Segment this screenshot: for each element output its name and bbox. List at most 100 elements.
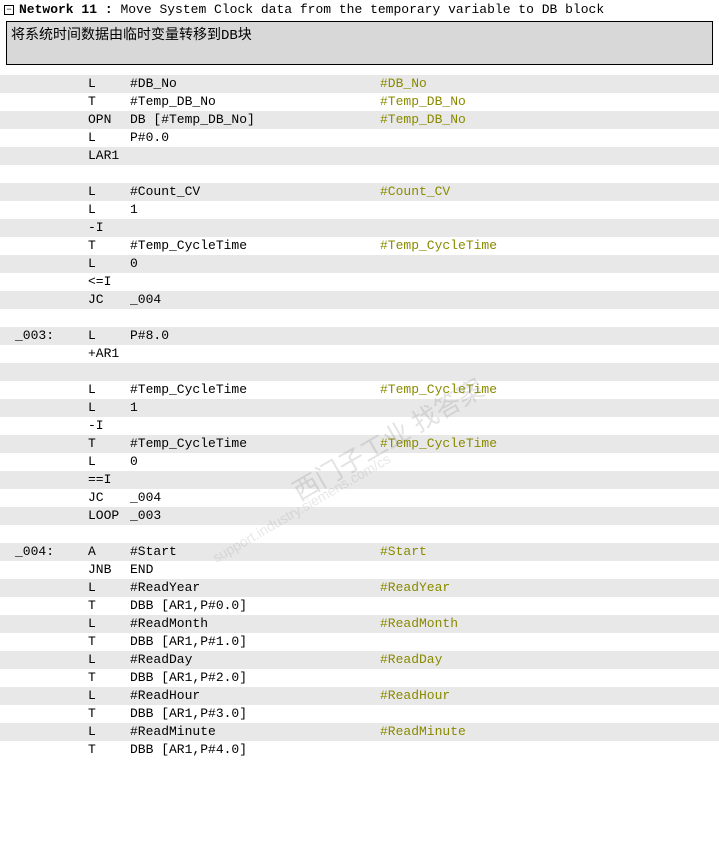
code-mnemonic: JC xyxy=(60,291,130,309)
code-row[interactable] xyxy=(0,363,719,381)
code-operand: #Temp_CycleTime xyxy=(130,435,380,453)
code-row[interactable]: L#Count_CV#Count_CV xyxy=(0,183,719,201)
code-operand: DBB [AR1,P#1.0] xyxy=(130,633,380,651)
code-row[interactable]: <=I xyxy=(0,273,719,291)
code-operand: DBB [AR1,P#4.0] xyxy=(130,741,380,759)
code-row[interactable]: L#ReadHour#ReadHour xyxy=(0,687,719,705)
code-operand: #Count_CV xyxy=(130,183,380,201)
code-row[interactable]: _004:A#Start#Start xyxy=(0,543,719,561)
code-operand: 0 xyxy=(130,255,380,273)
code-row[interactable]: L#ReadDay#ReadDay xyxy=(0,651,719,669)
code-row[interactable]: JC_004 xyxy=(0,489,719,507)
code-row[interactable]: -I xyxy=(0,417,719,435)
code-row[interactable]: TDBB [AR1,P#4.0] xyxy=(0,741,719,759)
code-area: L#DB_No#DB_NoT#Temp_DB_No#Temp_DB_NoOPND… xyxy=(0,75,719,759)
code-mnemonic: L xyxy=(60,327,130,345)
code-mnemonic: OPN xyxy=(60,111,130,129)
code-operand: END xyxy=(130,561,380,579)
code-row[interactable]: TDBB [AR1,P#1.0] xyxy=(0,633,719,651)
code-row[interactable]: L1 xyxy=(0,201,719,219)
code-mnemonic: T xyxy=(60,669,130,687)
code-comment: #Count_CV xyxy=(380,183,450,201)
code-row[interactable]: LP#0.0 xyxy=(0,129,719,147)
code-mnemonic: -I xyxy=(60,417,130,435)
code-comment: #Temp_DB_No xyxy=(380,93,466,111)
code-operand: P#8.0 xyxy=(130,327,380,345)
network-title-prefix: Network 11 : xyxy=(19,2,113,17)
code-operand: DBB [AR1,P#2.0] xyxy=(130,669,380,687)
code-row[interactable]: OPNDB [#Temp_DB_No]#Temp_DB_No xyxy=(0,111,719,129)
code-mnemonic: T xyxy=(60,93,130,111)
code-row[interactable]: L#ReadYear#ReadYear xyxy=(0,579,719,597)
code-row[interactable]: T#Temp_CycleTime#Temp_CycleTime xyxy=(0,435,719,453)
code-row[interactable]: L#ReadMonth#ReadMonth xyxy=(0,615,719,633)
code-row[interactable]: JNBEND xyxy=(0,561,719,579)
code-operand: DBB [AR1,P#3.0] xyxy=(130,705,380,723)
code-comment: #Temp_DB_No xyxy=(380,111,466,129)
code-comment: #Temp_CycleTime xyxy=(380,237,497,255)
code-row[interactable]: LOOP_003 xyxy=(0,507,719,525)
code-operand: #ReadHour xyxy=(130,687,380,705)
code-mnemonic: L xyxy=(60,687,130,705)
code-operand: _004 xyxy=(130,291,380,309)
code-mnemonic: L xyxy=(60,453,130,471)
code-mnemonic: A xyxy=(60,543,130,561)
code-operand: #Start xyxy=(130,543,380,561)
code-mnemonic: LOOP xyxy=(60,507,130,525)
code-row[interactable]: TDBB [AR1,P#0.0] xyxy=(0,597,719,615)
code-row[interactable]: L0 xyxy=(0,255,719,273)
code-row[interactable]: TDBB [AR1,P#2.0] xyxy=(0,669,719,687)
code-mnemonic: ==I xyxy=(60,471,130,489)
code-row[interactable] xyxy=(0,309,719,327)
code-mnemonic: T xyxy=(60,741,130,759)
code-operand: 1 xyxy=(130,201,380,219)
code-comment: #Temp_CycleTime xyxy=(380,435,497,453)
code-row[interactable]: T#Temp_DB_No#Temp_DB_No xyxy=(0,93,719,111)
code-row[interactable]: +AR1 xyxy=(0,345,719,363)
code-row[interactable]: JC_004 xyxy=(0,291,719,309)
code-comment: #ReadMinute xyxy=(380,723,466,741)
code-mnemonic: +AR1 xyxy=(60,345,130,363)
code-comment: #ReadHour xyxy=(380,687,450,705)
collapse-icon[interactable]: − xyxy=(4,5,14,15)
code-row[interactable]: LAR1 xyxy=(0,147,719,165)
code-operand: #ReadMonth xyxy=(130,615,380,633)
network-comment[interactable]: 将系统时间数据由临时变量转移到DB块 xyxy=(6,21,713,65)
code-operand: DB [#Temp_DB_No] xyxy=(130,111,380,129)
code-row[interactable]: L#DB_No#DB_No xyxy=(0,75,719,93)
code-row[interactable] xyxy=(0,525,719,543)
network-header: − Network 11 : Move System Clock data fr… xyxy=(0,0,719,19)
code-row[interactable]: L#Temp_CycleTime#Temp_CycleTime xyxy=(0,381,719,399)
code-mnemonic: L xyxy=(60,183,130,201)
code-row[interactable]: L#ReadMinute#ReadMinute xyxy=(0,723,719,741)
code-row[interactable]: -I xyxy=(0,219,719,237)
code-row[interactable]: T#Temp_CycleTime#Temp_CycleTime xyxy=(0,237,719,255)
network-title-desc: Move System Clock data from the temporar… xyxy=(120,2,604,17)
network-title: Network 11 : Move System Clock data from… xyxy=(19,2,604,17)
code-mnemonic: JNB xyxy=(60,561,130,579)
code-row[interactable]: L0 xyxy=(0,453,719,471)
code-operand: #Temp_CycleTime xyxy=(130,381,380,399)
code-mnemonic: T xyxy=(60,705,130,723)
code-operand: _004 xyxy=(130,489,380,507)
code-row[interactable] xyxy=(0,165,719,183)
code-label: _003: xyxy=(0,327,60,345)
code-operand: #Temp_CycleTime xyxy=(130,237,380,255)
code-comment: #ReadDay xyxy=(380,651,442,669)
code-operand: 0 xyxy=(130,453,380,471)
code-mnemonic: L xyxy=(60,129,130,147)
code-mnemonic: L xyxy=(60,579,130,597)
code-operand: P#0.0 xyxy=(130,129,380,147)
code-operand: #ReadDay xyxy=(130,651,380,669)
code-row[interactable]: ==I xyxy=(0,471,719,489)
code-mnemonic: L xyxy=(60,201,130,219)
code-row[interactable]: TDBB [AR1,P#3.0] xyxy=(0,705,719,723)
code-row[interactable]: _003:LP#8.0 xyxy=(0,327,719,345)
code-mnemonic: T xyxy=(60,633,130,651)
code-comment: #DB_No xyxy=(380,75,427,93)
code-comment: #ReadMonth xyxy=(380,615,458,633)
code-operand: DBB [AR1,P#0.0] xyxy=(130,597,380,615)
code-row[interactable]: L1 xyxy=(0,399,719,417)
code-mnemonic: L xyxy=(60,255,130,273)
code-operand: 1 xyxy=(130,399,380,417)
